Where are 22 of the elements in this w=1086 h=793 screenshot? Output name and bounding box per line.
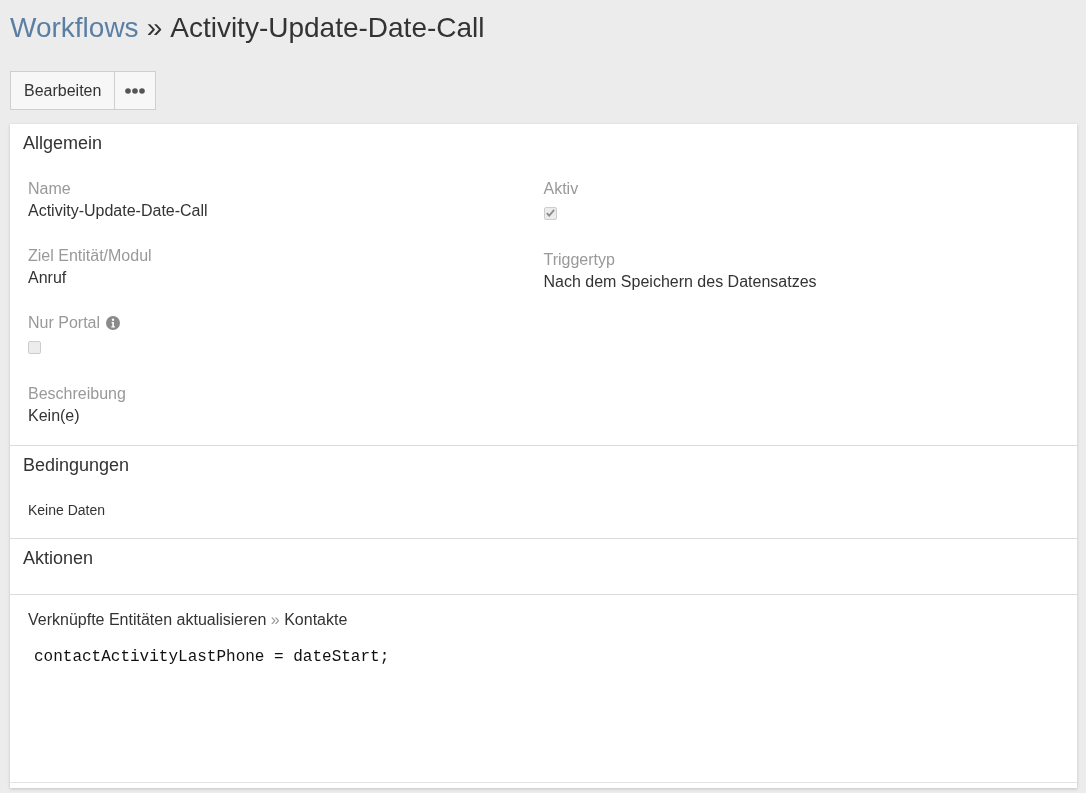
section-title: Allgemein xyxy=(22,132,104,155)
more-button[interactable] xyxy=(115,71,157,110)
breadcrumb-separator: » xyxy=(146,11,163,45)
field-value: Kein(e) xyxy=(28,406,80,426)
field-value: Activity-Update-Date-Call xyxy=(28,201,208,221)
breadcrumb-link[interactable]: Workflows xyxy=(10,9,139,47)
more-icon xyxy=(125,87,146,94)
edit-button[interactable]: Bearbeiten xyxy=(10,71,116,110)
action-title: Verknüpfte Entitäten aktualisieren » Kontakte xyxy=(28,610,348,630)
section-title: Aktionen xyxy=(22,547,95,570)
code-line: contactActivityLastPhone = dateStart; xyxy=(33,647,390,668)
field-label: Aktiv xyxy=(543,179,579,199)
page-title: Activity-Update-Date-Call xyxy=(170,11,485,45)
field-label: Nur Portal xyxy=(28,313,101,333)
field-value: Nach dem Speichern des Datensatzes xyxy=(543,272,817,292)
field-label: Name xyxy=(28,179,71,199)
section-title: Bedingungen xyxy=(22,454,131,477)
field-label: Triggertyp xyxy=(543,250,615,270)
field-value: Anruf xyxy=(28,268,67,288)
empty-message: Keine Daten xyxy=(28,502,106,518)
field-label: Ziel Entität/Modul xyxy=(28,246,152,266)
field-label: Beschreibung xyxy=(28,384,126,404)
